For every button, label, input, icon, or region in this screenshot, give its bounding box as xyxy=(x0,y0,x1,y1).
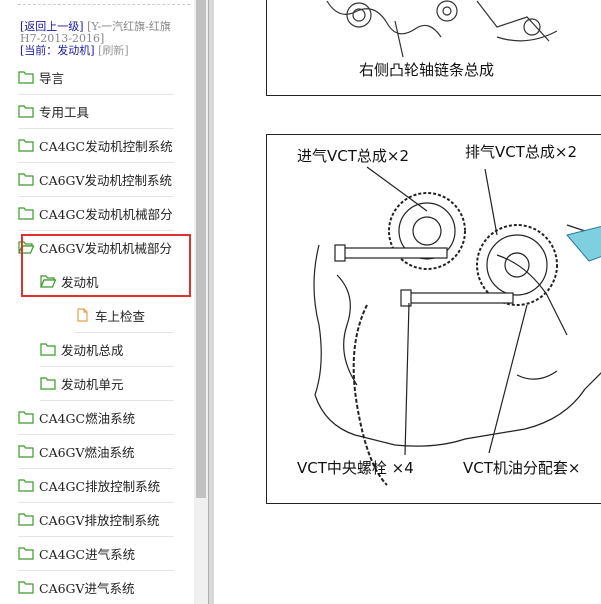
nav-item-engine-assembly[interactable]: 发动机总成 xyxy=(40,332,174,367)
refresh-link[interactable]: [刷新] xyxy=(98,44,129,57)
document-content: 右侧凸轮轴链条总成 EM xyxy=(214,0,601,604)
nav-item-label: CA6GV燃油系统 xyxy=(39,444,135,460)
nav-item-label: CA4GC发动机机械部分 xyxy=(39,206,173,222)
exhaust-vct-label: 排气VCT总成×2 xyxy=(465,143,578,161)
vct-oil-sleeve-label: VCT机油分配套× xyxy=(463,459,581,477)
folder-icon xyxy=(18,478,39,492)
folder-icon xyxy=(40,376,61,390)
vct-bolt-label: VCT中央螺栓 ×4 xyxy=(297,459,414,477)
folder-icon xyxy=(18,512,39,526)
nav-item-label: CA4GC排放控制系统 xyxy=(39,478,161,494)
nav-item-ca4gc-fuel[interactable]: CA4GC燃油系统 xyxy=(18,400,174,435)
folder-icon xyxy=(40,342,61,356)
nav-item-ca6gv-engine-control[interactable]: CA6GV发动机控制系统 xyxy=(18,162,174,197)
folder-icon xyxy=(18,206,39,220)
nav-item-label: 发动机总成 xyxy=(61,342,124,358)
figure-caption: 右侧凸轮轴链条总成 xyxy=(359,61,495,79)
folder-icon xyxy=(18,172,39,186)
nav-item-special-tools[interactable]: 专用工具 xyxy=(18,94,174,129)
nav-item-intro[interactable]: 导言 xyxy=(18,60,174,95)
nav-item-vehicle-inspection[interactable]: 车上检查 xyxy=(74,298,174,333)
nav-item-engine-unit[interactable]: 发动机单元 xyxy=(40,366,174,401)
navigation-sidebar: [返回上一级] [Y-一汽红旗-红旗H7-2013-2016] [当前：发动机]… xyxy=(0,0,194,604)
nav-item-label: CA6GV排放控制系统 xyxy=(39,512,160,528)
folder-icon xyxy=(18,580,39,594)
scrollbar-thumb[interactable] xyxy=(196,0,206,498)
nav-item-label: CA6GV进气系统 xyxy=(39,580,135,596)
nav-item-label: CA4GC发动机控制系统 xyxy=(39,138,173,154)
nav-item-ca6gv-fuel[interactable]: CA6GV燃油系统 xyxy=(18,434,174,469)
nav-item-ca6gv-intake[interactable]: CA6GV进气系统 xyxy=(18,570,174,604)
selection-highlight-box xyxy=(21,234,191,297)
folder-icon xyxy=(18,104,39,118)
nav-item-ca4gc-intake[interactable]: CA4GC进气系统 xyxy=(18,536,174,571)
divider xyxy=(18,4,190,5)
nav-item-ca4gc-engine-control[interactable]: CA4GC发动机控制系统 xyxy=(18,128,174,163)
nav-item-label: 专用工具 xyxy=(39,104,90,120)
vct-engine-illustration xyxy=(313,166,601,486)
folder-icon xyxy=(18,138,39,152)
document-icon xyxy=(74,308,95,322)
current-location: [当前：发动机] xyxy=(20,44,95,57)
highlighted-part xyxy=(566,225,601,262)
nav-item-ca6gv-emission[interactable]: CA6GV排放控制系统 xyxy=(18,502,174,537)
breadcrumb: [返回上一级] [Y-一汽红旗-红旗H7-2013-2016] [当前：发动机]… xyxy=(20,21,190,57)
figure-cam-chain: 右侧凸轮轴链条总成 EM xyxy=(266,0,601,96)
engine-illustration-top xyxy=(326,0,558,58)
folder-icon xyxy=(18,546,39,560)
nav-item-label: 发动机单元 xyxy=(61,376,124,392)
sidebar-scrollbar[interactable] xyxy=(194,0,208,604)
nav-item-label: CA4GC燃油系统 xyxy=(39,410,136,426)
intake-vct-label: 进气VCT总成×2 xyxy=(297,147,410,165)
folder-icon xyxy=(18,444,39,458)
nav-item-ca4gc-emission[interactable]: CA4GC排放控制系统 xyxy=(18,468,174,503)
folder-icon xyxy=(18,70,39,84)
nav-item-label: CA4GC进气系统 xyxy=(39,546,136,562)
nav-item-label: CA6GV发动机控制系统 xyxy=(39,172,173,188)
nav-item-label: 车上检查 xyxy=(95,308,146,324)
nav-item-ca4gc-engine-mechanical[interactable]: CA4GC发动机机械部分 xyxy=(18,196,174,231)
folder-icon xyxy=(18,410,39,424)
figure-vct-assembly: 进气VCT总成×2 排气VCT总成×2 VCT中央螺栓 ×4 VCT机油分配套×… xyxy=(266,134,601,504)
nav-item-label: 导言 xyxy=(39,70,65,86)
